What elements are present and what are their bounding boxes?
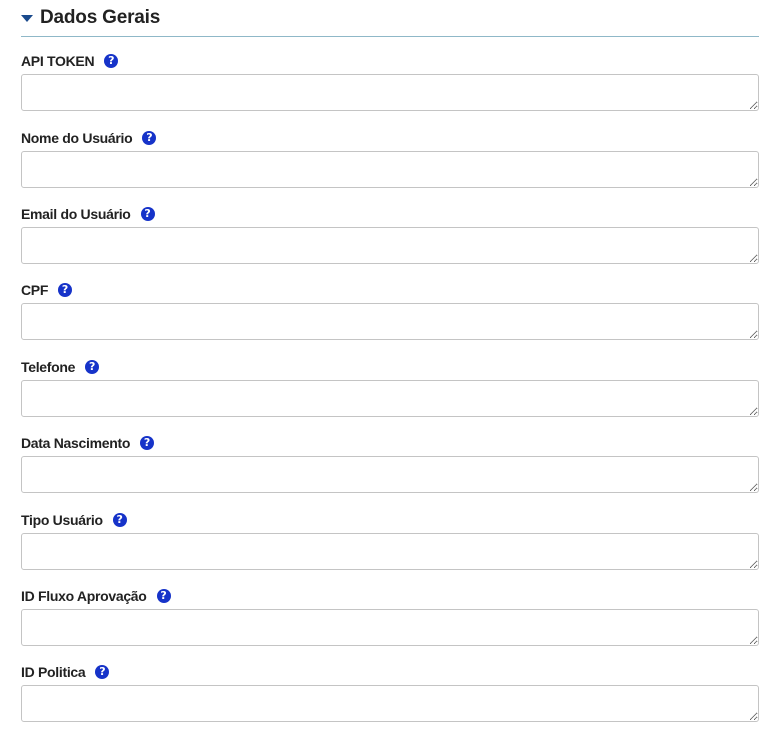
field-label: Tipo Usuário bbox=[21, 512, 103, 528]
section-dados-gerais: Dados Gerais API TOKEN ? Nome do Usuário… bbox=[21, 0, 759, 722]
field-cpf: CPF ? bbox=[21, 280, 759, 340]
field-label: Telefone bbox=[21, 359, 76, 375]
field-label: API TOKEN bbox=[21, 53, 95, 69]
email-usuario-input[interactable] bbox=[21, 227, 759, 264]
section-header-toggle[interactable]: Dados Gerais bbox=[21, 0, 759, 37]
field-label: Nome do Usuário bbox=[21, 130, 133, 146]
field-label: Data Nascimento bbox=[21, 435, 131, 451]
telefone-input[interactable] bbox=[21, 380, 759, 417]
data-nascimento-input[interactable] bbox=[21, 456, 759, 493]
question-circle-icon[interactable]: ? bbox=[95, 665, 110, 679]
id-politica-input[interactable] bbox=[21, 685, 759, 722]
cpf-input[interactable] bbox=[21, 303, 759, 340]
question-circle-icon[interactable]: ? bbox=[156, 589, 171, 603]
question-circle-icon[interactable]: ? bbox=[140, 207, 155, 221]
question-circle-icon[interactable]: ? bbox=[58, 283, 73, 297]
id-fluxo-aprovacao-input[interactable] bbox=[21, 609, 759, 646]
field-label: Email do Usuário bbox=[21, 206, 131, 222]
question-circle-icon[interactable]: ? bbox=[85, 360, 100, 374]
caret-down-icon[interactable] bbox=[21, 15, 33, 22]
question-circle-icon[interactable]: ? bbox=[140, 436, 155, 450]
field-id-politica: ID Politica ? bbox=[21, 662, 759, 722]
field-telefone: Telefone ? bbox=[21, 357, 759, 417]
api-token-input[interactable] bbox=[21, 74, 759, 111]
tipo-usuario-input[interactable] bbox=[21, 533, 759, 570]
field-email-usuario: Email do Usuário ? bbox=[21, 204, 759, 264]
nome-usuario-input[interactable] bbox=[21, 151, 759, 188]
field-label: ID Fluxo Aprovação bbox=[21, 588, 147, 604]
section-title: Dados Gerais bbox=[40, 7, 161, 28]
field-api-token: API TOKEN ? bbox=[21, 51, 759, 111]
question-circle-icon[interactable]: ? bbox=[104, 54, 119, 68]
question-circle-icon[interactable]: ? bbox=[142, 131, 157, 145]
field-label: CPF bbox=[21, 282, 49, 298]
field-id-fluxo-aprovacao: ID Fluxo Aprovação ? bbox=[21, 586, 759, 646]
question-circle-icon[interactable]: ? bbox=[112, 513, 127, 527]
field-tipo-usuario: Tipo Usuário ? bbox=[21, 510, 759, 570]
field-label: ID Politica bbox=[21, 664, 86, 680]
field-data-nascimento: Data Nascimento ? bbox=[21, 433, 759, 493]
field-nome-usuario: Nome do Usuário ? bbox=[21, 128, 759, 188]
